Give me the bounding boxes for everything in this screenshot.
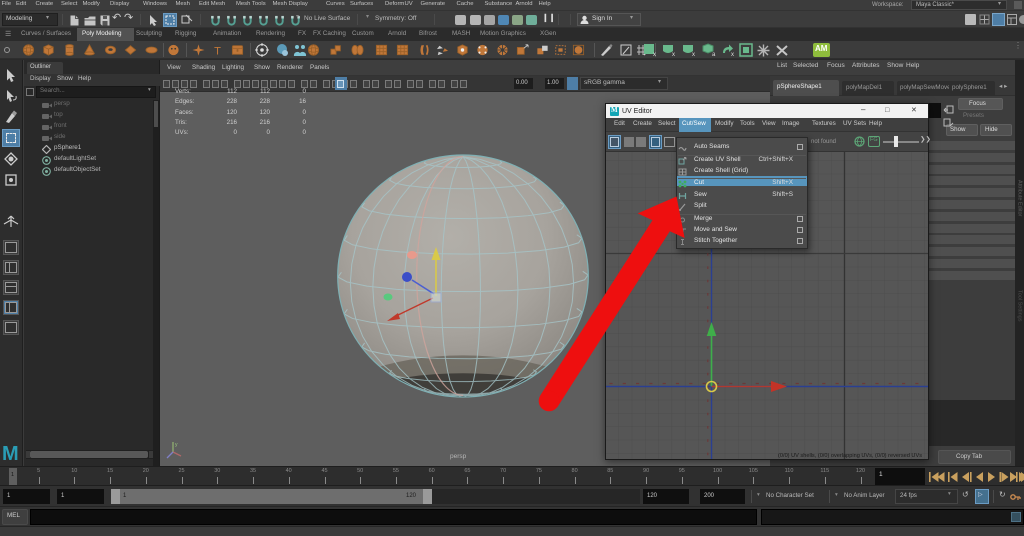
svg-text:M: M <box>2 443 19 464</box>
svg-text:y: y <box>175 442 178 448</box>
svg-text:x: x <box>692 52 695 57</box>
svg-text:x: x <box>672 52 675 57</box>
svg-text:(0/0) UV shells, (0/0) overlap: (0/0) UV shells, (0/0) overlapping UVs, … <box>778 453 922 459</box>
svg-text:a: a <box>712 52 716 57</box>
svg-text:x: x <box>731 52 734 57</box>
svg-text:x: x <box>653 52 656 57</box>
svg-text:T: T <box>214 45 221 56</box>
